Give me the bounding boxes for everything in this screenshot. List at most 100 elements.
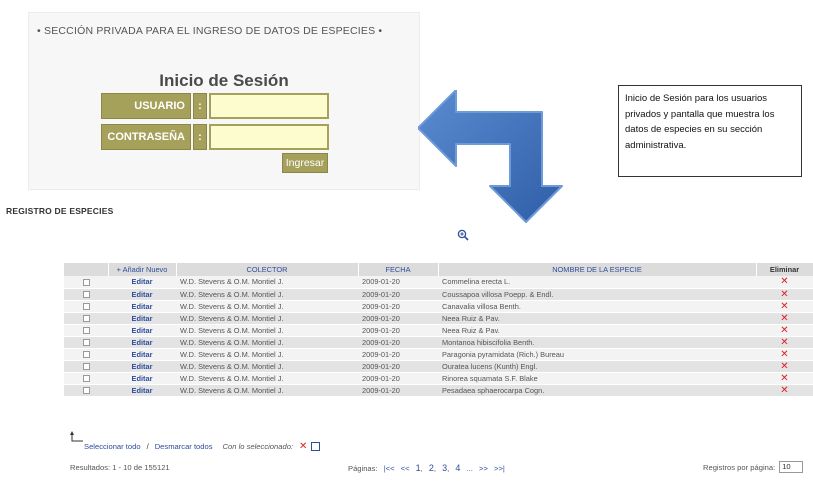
delete-row-icon[interactable]: ✕ xyxy=(756,276,813,289)
bulk-delete-icon[interactable]: ✕ xyxy=(299,441,307,452)
pages-label: Páginas: xyxy=(348,464,378,473)
species-cell: Montanoa hibiscifolia Benth. xyxy=(438,336,756,349)
species-table: + Añadir Nuevo COLECTOR FECHA NOMBRE DE … xyxy=(64,263,813,397)
zoom-in-icon[interactable] xyxy=(457,229,469,241)
prev-page-link[interactable]: << xyxy=(401,464,410,473)
edit-link[interactable]: Editar xyxy=(108,360,176,373)
username-input[interactable] xyxy=(209,93,329,119)
checkbox-icon[interactable] xyxy=(82,303,90,311)
deselect-all-link[interactable]: Desmarcar todos xyxy=(155,442,213,451)
date-column-header[interactable]: FECHA xyxy=(358,263,439,276)
select-all-link[interactable]: Seleccionar todo xyxy=(84,442,141,451)
checkbox-icon[interactable] xyxy=(82,375,90,383)
page-link-4[interactable]: 4 xyxy=(455,463,460,473)
delete-row-icon[interactable]: ✕ xyxy=(756,336,813,349)
login-submit-button[interactable]: Ingresar xyxy=(282,153,328,173)
bulk-export-icon[interactable] xyxy=(311,442,321,451)
collector-cell: W.D. Stevens & O.M. Montiel J. xyxy=(176,288,358,301)
date-cell: 2009-01-20 xyxy=(358,336,438,349)
row-checkbox[interactable] xyxy=(64,384,108,397)
table-row: Editar W.D. Stevens & O.M. Montiel J. 2009… xyxy=(64,372,813,385)
checkbox-icon[interactable] xyxy=(82,339,90,347)
checkbox-icon[interactable] xyxy=(82,315,90,323)
per-page-control: Registros por página: 10 xyxy=(703,461,804,473)
collector-cell: W.D. Stevens & O.M. Montiel J. xyxy=(176,300,358,313)
add-new-button[interactable]: + Añadir Nuevo xyxy=(108,263,177,276)
bulk-actions-bar: Seleccionar todo / Desmarcar todos Con l… xyxy=(70,441,321,452)
page-link-3[interactable]: 3 xyxy=(442,463,447,473)
table-row: Editar W.D. Stevens & O.M. Montiel J. 2009… xyxy=(64,300,813,313)
edit-link[interactable]: Editar xyxy=(108,372,176,385)
delete-row-icon[interactable]: ✕ xyxy=(756,324,813,337)
checkbox-icon[interactable] xyxy=(82,291,90,299)
edit-link[interactable]: Editar xyxy=(108,300,176,313)
row-checkbox[interactable] xyxy=(64,372,108,385)
password-input[interactable] xyxy=(209,124,329,150)
edit-link[interactable]: Editar xyxy=(108,336,176,349)
species-cell: Canavalia villosa Benth. xyxy=(438,300,756,313)
species-cell: Pesadaea sphaerocarpa Cogn. xyxy=(438,384,756,397)
username-label: USUARIO xyxy=(101,93,191,119)
delete-row-icon[interactable]: ✕ xyxy=(756,372,813,385)
collector-cell: W.D. Stevens & O.M. Montiel J. xyxy=(176,360,358,373)
date-cell: 2009-01-20 xyxy=(358,276,438,289)
delete-row-icon[interactable]: ✕ xyxy=(756,360,813,373)
date-cell: 2009-01-20 xyxy=(358,300,438,313)
edit-link[interactable]: Editar xyxy=(108,384,176,397)
delete-row-icon[interactable]: ✕ xyxy=(756,312,813,325)
last-page-link[interactable]: >>| xyxy=(494,464,505,473)
checkbox-icon[interactable] xyxy=(82,351,90,359)
delete-row-icon[interactable]: ✕ xyxy=(756,300,813,313)
login-title: Inicio de Sesión xyxy=(159,71,289,90)
pagination: Páginas: |<< << 1, 2, 3, 4 ... >> >>| xyxy=(348,463,505,473)
per-page-input[interactable]: 10 xyxy=(779,461,804,473)
checkbox-icon[interactable] xyxy=(82,363,90,371)
password-colon: : xyxy=(193,124,207,150)
registry-title: REGISTRO DE ESPECIES xyxy=(6,206,114,216)
collector-cell: W.D. Stevens & O.M. Montiel J. xyxy=(176,372,358,385)
page-link-2[interactable]: 2 xyxy=(429,463,434,473)
checkbox-icon[interactable] xyxy=(82,387,90,395)
bulk-separator: / xyxy=(146,442,149,451)
collector-column-header[interactable]: COLECTOR xyxy=(176,263,359,276)
row-checkbox[interactable] xyxy=(64,336,108,349)
delete-row-icon[interactable]: ✕ xyxy=(756,348,813,361)
password-row: CONTRASEÑA : xyxy=(101,124,329,150)
row-checkbox[interactable] xyxy=(64,288,108,301)
species-column-header[interactable]: NOMBRE DE LA ESPECIE xyxy=(438,263,757,276)
edit-link[interactable]: Editar xyxy=(108,276,176,289)
checkbox-icon[interactable] xyxy=(82,327,90,335)
species-cell: Paragonia pyramidata (Rich.) Bureau xyxy=(438,348,756,361)
species-cell: Rinorea squamata S.F. Blake xyxy=(438,372,756,385)
row-checkbox[interactable] xyxy=(64,348,108,361)
delete-row-icon[interactable]: ✕ xyxy=(756,288,813,301)
edit-link[interactable]: Editar xyxy=(108,348,176,361)
username-colon: : xyxy=(193,93,207,119)
species-cell: Ouratea lucens (Kunth) Engl. xyxy=(438,360,756,373)
description-note: Inicio de Sesión para los usuarios priva… xyxy=(618,85,802,177)
collector-cell: W.D. Stevens & O.M. Montiel J. xyxy=(176,324,358,337)
collector-cell: W.D. Stevens & O.M. Montiel J. xyxy=(176,348,358,361)
row-checkbox[interactable] xyxy=(64,276,108,289)
row-checkbox[interactable] xyxy=(64,360,108,373)
checkbox-icon[interactable] xyxy=(82,278,90,286)
first-page-link[interactable]: |<< xyxy=(384,464,395,473)
row-checkbox[interactable] xyxy=(64,324,108,337)
table-row: Editar W.D. Stevens & O.M. Montiel J. 2009… xyxy=(64,276,813,289)
next-page-link[interactable]: >> xyxy=(479,464,488,473)
edit-link[interactable]: Editar xyxy=(108,312,176,325)
species-cell: Neea Ruiz & Pav. xyxy=(438,312,756,325)
login-section-header: • SECCIÓN PRIVADA PARA EL INGRESO DE DAT… xyxy=(37,25,383,37)
page-link-1[interactable]: 1 xyxy=(416,463,421,473)
edit-link[interactable]: Editar xyxy=(108,324,176,337)
row-checkbox[interactable] xyxy=(64,312,108,325)
date-cell: 2009-01-20 xyxy=(358,312,438,325)
login-form: USUARIO : CONTRASEÑA : xyxy=(101,93,329,155)
password-label: CONTRASEÑA xyxy=(101,124,191,150)
date-cell: 2009-01-20 xyxy=(358,372,438,385)
select-column-header xyxy=(64,263,109,276)
edit-link[interactable]: Editar xyxy=(108,288,176,301)
collector-cell: W.D. Stevens & O.M. Montiel J. xyxy=(176,336,358,349)
row-checkbox[interactable] xyxy=(64,300,108,313)
delete-row-icon[interactable]: ✕ xyxy=(756,384,813,397)
